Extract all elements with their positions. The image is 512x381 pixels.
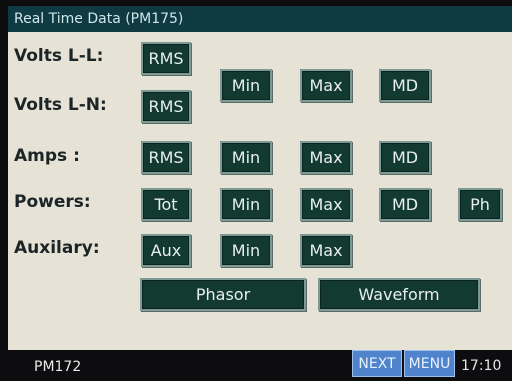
volts-min-button[interactable]: Min <box>220 69 272 102</box>
powers-label: Powers: <box>14 192 91 212</box>
powers-md-button[interactable]: MD <box>379 188 431 221</box>
device-model-label: PM172 <box>34 359 82 375</box>
powers-max-button[interactable]: Max <box>300 188 352 221</box>
next-button[interactable]: NEXT <box>352 350 402 377</box>
amps-min-button[interactable]: Min <box>220 141 272 174</box>
waveform-button[interactable]: Waveform <box>318 278 480 311</box>
volts-md-button[interactable]: MD <box>379 69 431 102</box>
auxilary-min-button[interactable]: Min <box>220 234 272 267</box>
volts-ln-label: Volts L-N: <box>14 95 107 115</box>
amps-md-button[interactable]: MD <box>379 141 431 174</box>
auxilary-max-button[interactable]: Max <box>300 234 352 267</box>
auxilary-label: Auxilary: <box>14 238 100 258</box>
amps-max-button[interactable]: Max <box>300 141 352 174</box>
powers-tot-button[interactable]: Tot <box>141 188 191 221</box>
volts-ln-rms-button[interactable]: RMS <box>141 90 191 123</box>
powers-ph-button[interactable]: Ph <box>458 188 502 221</box>
volts-ll-label: Volts L-L: <box>14 46 104 66</box>
phasor-button[interactable]: Phasor <box>140 278 306 311</box>
menu-button[interactable]: MENU <box>404 350 455 377</box>
amps-rms-button[interactable]: RMS <box>141 141 191 174</box>
powers-min-button[interactable]: Min <box>220 188 272 221</box>
volts-max-button[interactable]: Max <box>300 69 352 102</box>
hmi-screen: Real Time Data (PM175) Volts L-L: RMS Vo… <box>8 6 512 350</box>
volts-ll-rms-button[interactable]: RMS <box>141 42 191 75</box>
auxilary-aux-button[interactable]: Aux <box>141 234 191 267</box>
amps-label: Amps : <box>14 146 80 166</box>
clock-time: 17:10 <box>461 358 502 374</box>
window-title: Real Time Data (PM175) <box>8 6 512 32</box>
